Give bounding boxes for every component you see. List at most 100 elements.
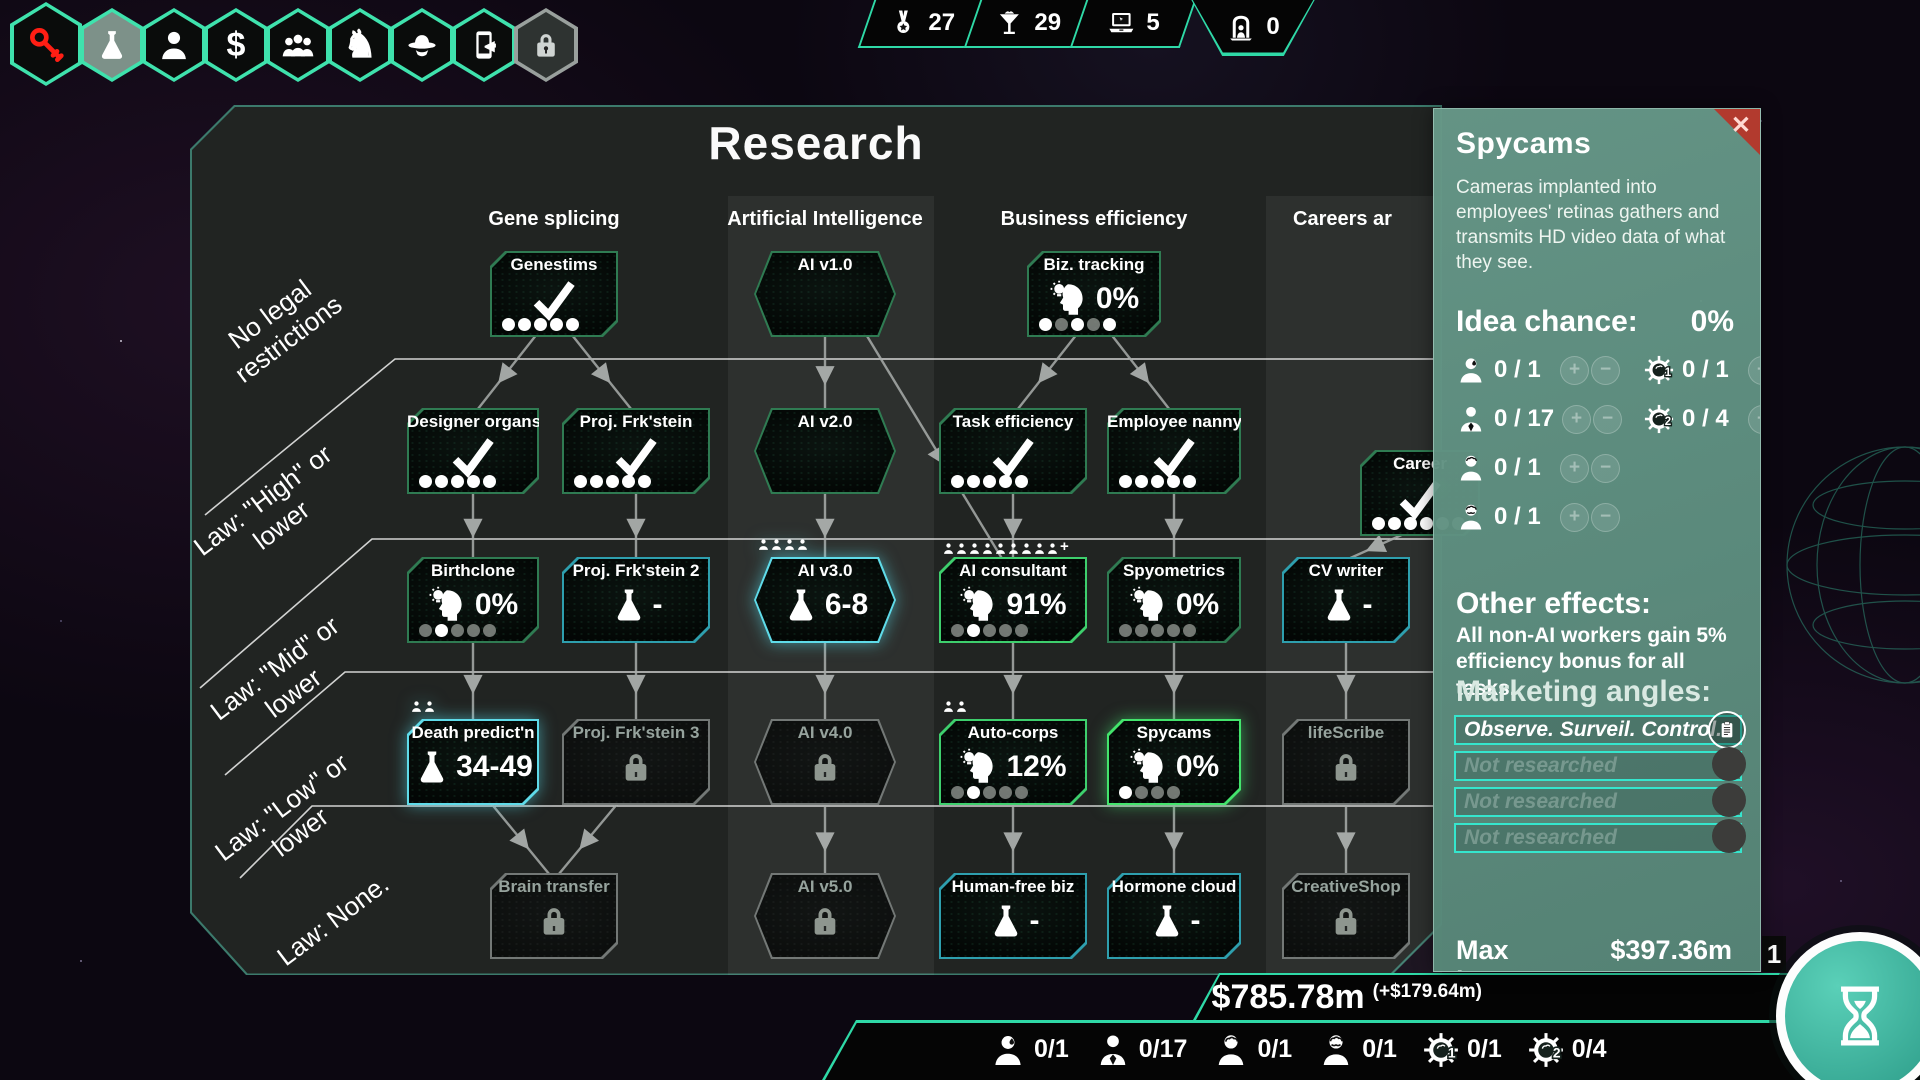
worker-counter-band: 0/10/170/10/110/120/4	[822, 1020, 1920, 1080]
node-label: Hormone cloud	[1107, 877, 1241, 897]
node-level-dots	[1119, 624, 1196, 637]
node-label: AI consultant	[939, 561, 1087, 581]
hex-menu-item-key[interactable]	[10, 2, 82, 86]
tech-node-proj-frkstein-3[interactable]: Proj. Frk'stein 3	[562, 719, 710, 805]
tech-node-ai-v4[interactable]: AI v4.0	[754, 719, 896, 805]
lock-node-icon	[1326, 901, 1366, 941]
node-label: Proj. Frk'stein	[562, 412, 710, 432]
tech-node-employee-nanny[interactable]: Employee nanny	[1107, 408, 1241, 494]
svg-text:2: 2	[1665, 416, 1671, 428]
lock-node-icon	[1326, 747, 1366, 787]
tech-node-creativeshop[interactable]: CreativeShop	[1282, 873, 1410, 959]
mini-person-icon	[955, 542, 968, 555]
idea-chance-value: 0%	[1691, 305, 1734, 339]
mini-person-icon	[1007, 542, 1020, 555]
add-worker-button[interactable]: +	[1748, 356, 1761, 385]
hex-menu-item-strategy[interactable]: ♞	[328, 8, 392, 82]
hex-menu-item-hr[interactable]	[266, 8, 330, 82]
copy-angle-button[interactable]	[1708, 711, 1746, 749]
add-worker-button[interactable]: +	[1560, 356, 1589, 385]
tech-node-ai-consultant[interactable]: +AI consultant91%	[939, 557, 1087, 643]
tech-node-death-predictn[interactable]: Death predict'n34-49	[407, 719, 539, 805]
brain-cog-2-icon: 2	[1644, 404, 1674, 434]
marketing-slot-4: Not researched	[1454, 823, 1742, 853]
idea-chance-label: Idea chance:	[1456, 305, 1638, 339]
mini-person-icon	[423, 700, 436, 713]
padlock-icon	[529, 28, 563, 62]
node-label: Designer organs	[407, 412, 539, 432]
brain-person-2-icon	[1456, 502, 1486, 532]
tech-node-brain-transfer[interactable]: Brain transfer	[490, 873, 618, 959]
mini-person-icon	[1020, 542, 1033, 555]
brain-person-2-icon	[1318, 1032, 1354, 1068]
hex-menu-item-staff[interactable]	[142, 8, 206, 82]
medal-icon	[888, 8, 918, 38]
node-value: 0%	[475, 588, 518, 622]
hex-menu-item-espionage[interactable]	[390, 8, 454, 82]
tech-node-biz-tracking[interactable]: Biz. tracking0%	[1027, 251, 1161, 337]
time-skip-button[interactable]	[1776, 932, 1920, 1080]
node-label: lifeScribe	[1282, 723, 1410, 743]
hex-menu-item-promotion[interactable]	[452, 8, 516, 82]
idea-icon	[959, 584, 1001, 626]
tech-node-auto-corps[interactable]: Auto-corps12%	[939, 719, 1087, 805]
tech-node-task-efficiency[interactable]: Task efficiency	[939, 408, 1087, 494]
hex-menu-item-finance[interactable]: $	[204, 8, 268, 82]
idea-icon	[1049, 278, 1091, 320]
tech-node-spycams[interactable]: Spycams0%	[1107, 719, 1241, 805]
check-icon	[611, 431, 661, 481]
mini-person-icon	[410, 700, 423, 713]
assigned-workers	[757, 538, 809, 551]
check-icon	[448, 431, 498, 481]
node-label: AI v3.0	[754, 561, 896, 581]
tech-node-human-free-biz[interactable]: Human-free biz-	[939, 873, 1087, 959]
mini-person-icon	[955, 700, 968, 713]
tech-node-ai-v1[interactable]: AI v1.0	[754, 251, 896, 337]
assigned-workers: +	[942, 538, 1069, 555]
mini-person-icon	[942, 542, 955, 555]
hex-menu-item-locked[interactable]	[514, 8, 578, 82]
remove-worker-button[interactable]: −	[1591, 454, 1620, 483]
node-label: CreativeShop	[1282, 877, 1410, 897]
node-level-dots	[502, 318, 579, 331]
idea-icon	[959, 746, 1001, 788]
add-worker-button[interactable]: +	[1560, 503, 1589, 532]
add-worker-button[interactable]: +	[1560, 454, 1589, 483]
tech-node-proj-frkstein[interactable]: Proj. Frk'stein	[562, 408, 710, 494]
node-value: 34-49	[456, 750, 533, 784]
flask-icon	[782, 586, 820, 624]
mini-person-icon	[757, 538, 770, 551]
tech-node-genestims[interactable]: Genestims	[490, 251, 618, 337]
tech-node-ai-v2[interactable]: AI v2.0	[754, 408, 896, 494]
cocktail-icon	[994, 8, 1024, 38]
tech-node-cv-writer[interactable]: CV writer-	[1282, 557, 1410, 643]
tech-node-designer-organs[interactable]: Designer organs	[407, 408, 539, 494]
node-label: Task efficiency	[939, 412, 1087, 432]
hex-menu-item-research[interactable]	[80, 8, 144, 82]
panel-description: Cameras implanted into employees' retina…	[1456, 175, 1736, 275]
remove-worker-button[interactable]: −	[1593, 405, 1622, 434]
remove-worker-button[interactable]: −	[1591, 356, 1620, 385]
add-worker-button[interactable]: +	[1748, 405, 1761, 434]
allocation-brain-person: 0 / 1+−	[1456, 453, 1620, 483]
research-title: Research	[190, 116, 1442, 170]
tech-node-spyometrics[interactable]: Spyometrics0%	[1107, 557, 1241, 643]
add-worker-button[interactable]: +	[1562, 405, 1591, 434]
tech-node-ai-v5[interactable]: AI v5.0	[754, 873, 896, 959]
brain-cog-1-icon: 1	[1423, 1032, 1459, 1068]
tech-node-birthclone[interactable]: Birthclone0%	[407, 557, 539, 643]
tech-node-hormone-cloud[interactable]: Hormone cloud-	[1107, 873, 1241, 959]
node-label: AI v1.0	[754, 255, 896, 275]
tech-node-proj-frkstein-2[interactable]: Proj. Frk'stein 2-	[562, 557, 710, 643]
person-drop-icon	[1456, 355, 1486, 385]
node-level-dots	[574, 475, 651, 488]
node-value: -	[653, 588, 663, 622]
tech-node-lifescribe[interactable]: lifeScribe	[1282, 719, 1410, 805]
close-icon[interactable]: ✕	[1731, 111, 1751, 140]
tech-node-ai-v3[interactable]: AI v3.06-8	[754, 557, 896, 643]
node-label: Spyometrics	[1107, 561, 1241, 581]
mini-person-icon	[783, 538, 796, 551]
remove-worker-button[interactable]: −	[1591, 503, 1620, 532]
brain-person-icon	[1456, 453, 1486, 483]
flask-icon	[1148, 902, 1186, 940]
